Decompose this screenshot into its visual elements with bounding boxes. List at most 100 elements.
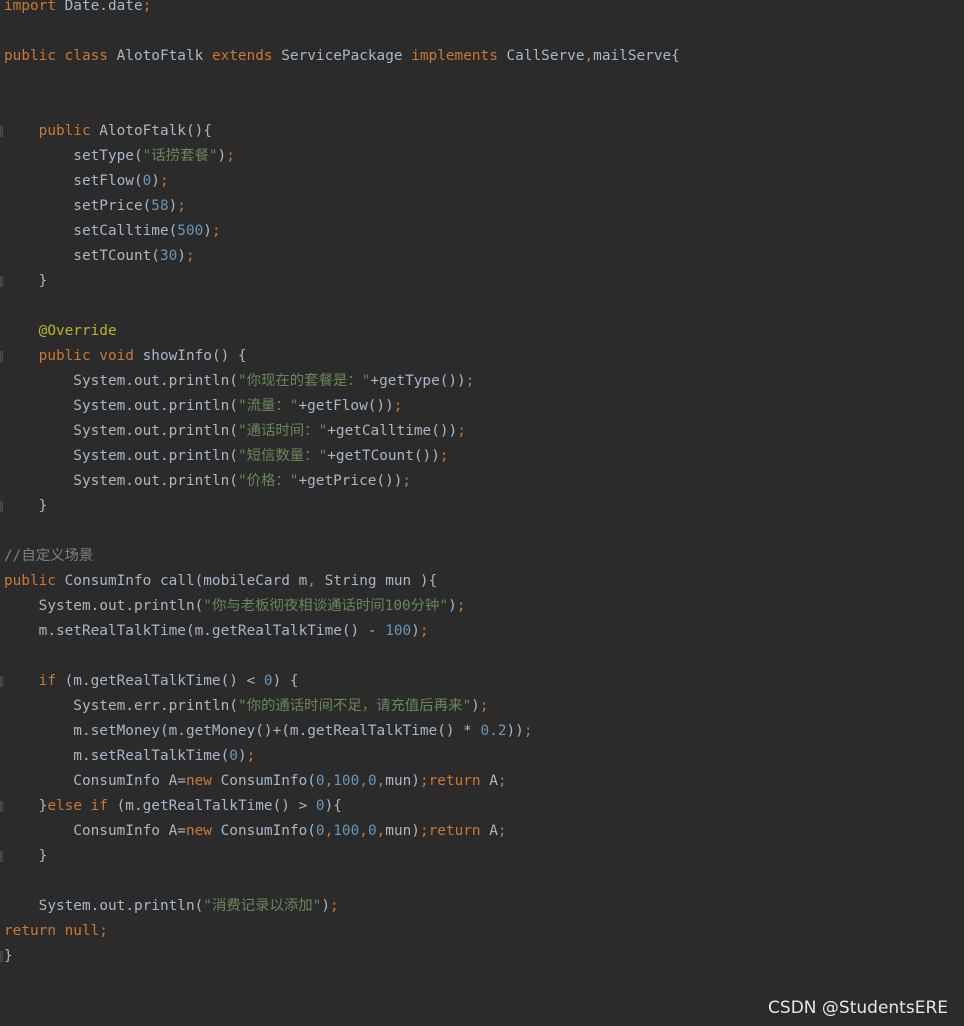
code-token: CallServe	[497, 48, 585, 64]
code-token: ;	[457, 423, 466, 439]
code-line[interactable]: public class AlotoFtalk extends ServiceP…	[4, 44, 680, 69]
code-token: "价格："	[237, 473, 299, 489]
code-token: +getTCount())	[327, 448, 440, 464]
code-token: ;	[465, 373, 475, 389]
code-token: .println(	[159, 423, 238, 439]
fold-marker-icon[interactable]	[0, 801, 3, 812]
code-token: setTCount(	[4, 248, 160, 264]
code-line[interactable]: m.setRealTalkTime(0);	[4, 744, 255, 769]
code-line[interactable]: m.setMoney(m.getMoney()+(m.getRealTalkTi…	[4, 719, 533, 744]
code-token: .println(	[159, 473, 238, 489]
code-line[interactable]: if (m.getRealTalkTime() < 0) {	[4, 669, 299, 694]
code-line[interactable]: //自定义场景	[4, 544, 93, 569]
code-line[interactable]: public ConsumInfo call(mobileCard m, Str…	[4, 569, 437, 594]
code-token: ;	[523, 723, 533, 739]
code-token: ServicePackage	[272, 48, 412, 64]
code-token: 100	[333, 823, 360, 839]
code-token: 0	[229, 748, 238, 764]
code-line[interactable]: System.out.println("消费记录以添加");	[4, 894, 339, 919]
code-line[interactable]: setTCount(30);	[4, 244, 194, 269]
code-token: "你现在的套餐是："	[237, 373, 371, 389]
code-token: ,	[307, 573, 316, 589]
code-line[interactable]: public AlotoFtalk(){	[4, 119, 212, 144]
code-token: +getFlow())	[298, 398, 394, 414]
code-token: ;	[159, 173, 169, 189]
code-token: 0	[315, 798, 325, 814]
code-line[interactable]: @Override	[4, 319, 117, 344]
code-editor[interactable]: import Date.date; public class AlotoFtalk…	[0, 0, 964, 1026]
code-line[interactable]: System.out.println("你与老板彻夜相谈通话时间100分钟");	[4, 594, 466, 619]
fold-marker-icon[interactable]	[0, 501, 3, 512]
code-token: showInfo() {	[133, 348, 247, 364]
code-line[interactable]: public void showInfo() {	[4, 344, 247, 369]
code-token: ConsumInfo A=	[4, 823, 186, 839]
code-line[interactable]: }	[4, 844, 48, 869]
code-token: public	[38, 123, 91, 139]
fold-marker-icon[interactable]	[0, 851, 3, 862]
code-token: out	[99, 898, 126, 914]
code-line[interactable]: }	[4, 269, 48, 294]
code-token: extends	[211, 48, 273, 64]
code-line[interactable]: import Date.date;	[4, 0, 151, 19]
fold-marker-icon[interactable]	[0, 126, 3, 137]
code-token: +getPrice())	[298, 473, 403, 489]
code-line[interactable]: setFlow(0);	[4, 169, 169, 194]
code-line[interactable]: System.out.println("短信数量："+getTCount());	[4, 444, 448, 469]
code-line[interactable]: System.out.println("流量："+getFlow());	[4, 394, 402, 419]
code-token: new	[185, 773, 212, 789]
code-line[interactable]: ConsumInfo A=new ConsumInfo(0,100,0,mun)…	[4, 769, 506, 794]
code-token: ;	[393, 398, 403, 414]
code-token: ,	[376, 823, 386, 839]
code-line[interactable]: setPrice(58);	[4, 194, 186, 219]
code-token: m.setRealTalkTime(	[4, 748, 230, 764]
code-line[interactable]: }	[4, 494, 48, 519]
code-token: setFlow(	[4, 173, 143, 189]
code-token: public void	[38, 348, 134, 364]
code-token: ;	[246, 748, 256, 764]
code-token: }	[4, 948, 13, 964]
code-token: ConsumInfo A=	[4, 773, 186, 789]
code-token: 500	[177, 223, 204, 239]
code-token: import	[4, 0, 56, 14]
code-line[interactable]: }	[4, 944, 13, 969]
code-line[interactable]: System.out.println("你现在的套餐是："+getType())…	[4, 369, 474, 394]
code-line[interactable]: }else if (m.getRealTalkTime() > 0){	[4, 794, 342, 819]
code-token: ;	[142, 0, 152, 14]
code-token: System.	[4, 598, 100, 614]
code-token: )	[168, 198, 178, 214]
code-line[interactable]: System.out.println("通话时间："+getCalltime()…	[4, 419, 466, 444]
fold-marker-icon[interactable]	[0, 276, 3, 287]
fold-marker-icon[interactable]	[0, 351, 3, 362]
code-line[interactable]: m.setRealTalkTime(m.getRealTalkTime() - …	[4, 619, 429, 644]
code-token: System.	[4, 398, 134, 414]
code-token: )	[448, 598, 457, 614]
code-line[interactable]: setType("话捞套餐");	[4, 144, 235, 169]
code-token: System.	[4, 423, 134, 439]
code-token: )	[411, 623, 420, 639]
code-token: ,	[359, 773, 368, 789]
code-line[interactable]: setCalltime(500);	[4, 219, 220, 244]
code-token: ;return	[419, 773, 481, 789]
code-token: )	[237, 748, 247, 764]
code-line[interactable]: return null;	[4, 919, 108, 944]
code-token: AlotoFtalk	[107, 48, 212, 64]
fold-marker-icon[interactable]	[0, 676, 3, 687]
code-token: m.setMoney(m.getMoney()+(m.getRealTalkTi…	[4, 723, 481, 739]
code-line[interactable]: System.err.println("你的通话时间不足，请充值后再来");	[4, 694, 488, 719]
code-token: )	[217, 148, 227, 164]
code-token: 0	[315, 823, 325, 839]
code-token: 0.2	[480, 723, 507, 739]
code-token: ConsumInfo(	[211, 823, 316, 839]
code-token: else if	[47, 798, 108, 814]
fold-marker-icon[interactable]	[0, 951, 3, 962]
code-token: ;	[402, 473, 412, 489]
code-token: )	[151, 173, 160, 189]
code-token: A	[480, 773, 498, 789]
code-token: ConsumInfo(	[211, 773, 316, 789]
code-token: System.	[4, 448, 134, 464]
code-token: .println(	[159, 698, 238, 714]
code-token: ))	[506, 723, 524, 739]
code-line[interactable]: ConsumInfo A=new ConsumInfo(0,100,0,mun)…	[4, 819, 506, 844]
code-line[interactable]: System.out.println("价格："+getPrice());	[4, 469, 411, 494]
